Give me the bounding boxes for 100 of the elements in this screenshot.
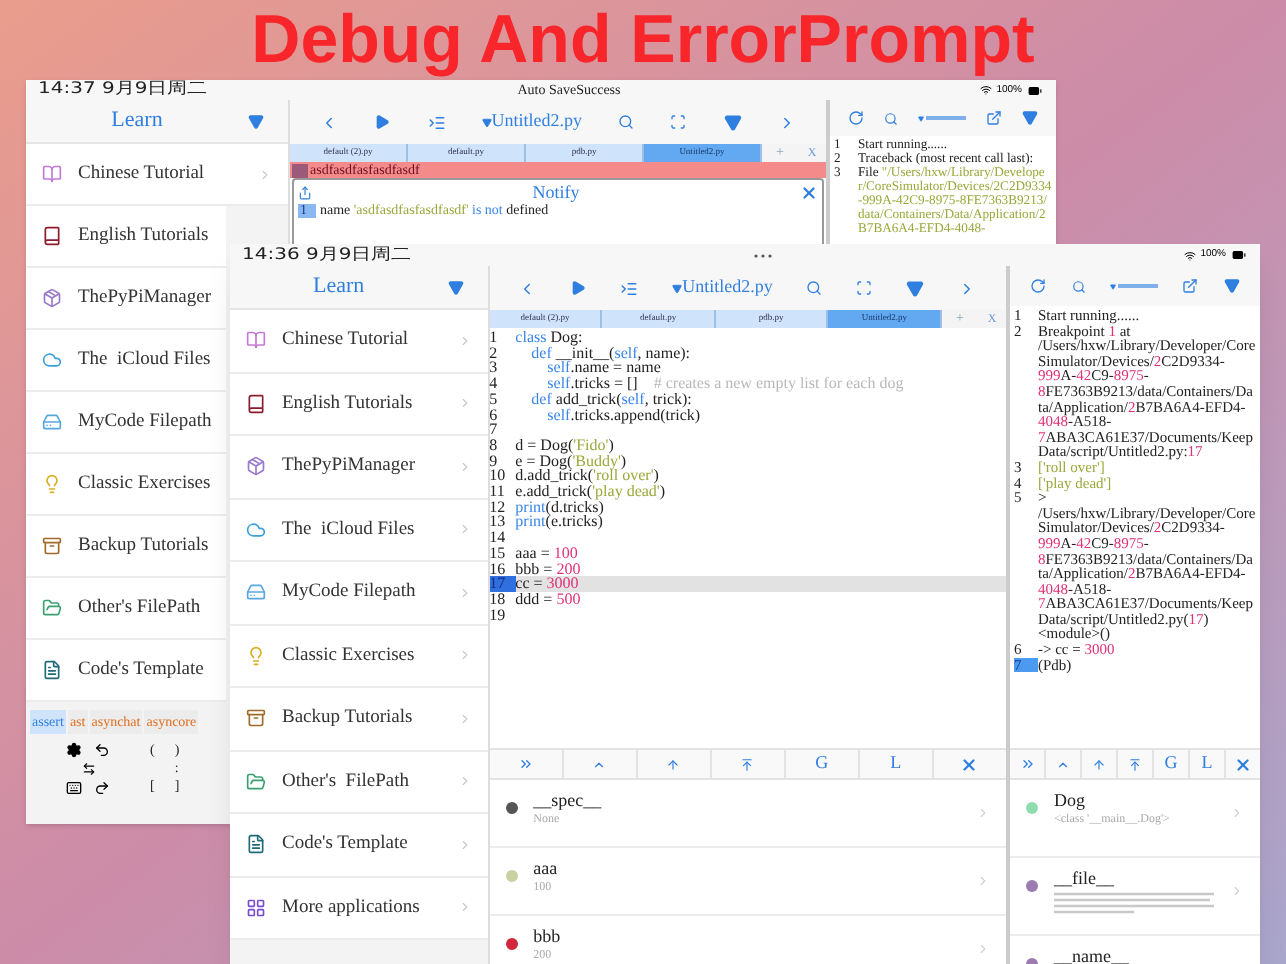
play-icon[interactable]	[570, 280, 587, 296]
wifi-icon	[1184, 249, 1197, 261]
sidebar-item[interactable]: More applications	[230, 877, 488, 940]
sidebar-item-label: Code's Template	[78, 657, 206, 684]
code-line: d = Dog('Fido')	[515, 437, 614, 454]
line-number: 6	[489, 407, 500, 423]
locals-button[interactable]: L	[1201, 750, 1213, 778]
line-number: 5	[489, 391, 500, 408]
notify-title: Notify	[530, 183, 582, 201]
sidebar-item-label: Backup Tutorials	[282, 706, 415, 733]
caret-up-icon[interactable]	[592, 757, 607, 771]
refresh-icon[interactable]	[1030, 278, 1047, 294]
target-dropdown[interactable]	[1109, 283, 1158, 289]
code-line: self.tricks = [] # creates a new empty list for each dog	[547, 376, 904, 392]
battery-icon	[1026, 83, 1044, 97]
caret-up-icon[interactable]	[1056, 757, 1070, 771]
sidebar-item[interactable]: MyCode Filepath	[230, 562, 488, 625]
goto-button[interactable]: G	[815, 750, 829, 778]
continue-icon[interactable]	[517, 756, 534, 772]
search-icon[interactable]	[884, 111, 898, 125]
page-title: Debug And ErrorPrompt	[251, 6, 1035, 74]
caret-icon	[1109, 283, 1116, 289]
line-number: 19	[489, 607, 508, 623]
expand-icon[interactable]	[856, 280, 873, 296]
arrow-up-icon[interactable]	[666, 757, 681, 771]
sidebar-item[interactable]: Backup Tutorials	[230, 688, 488, 751]
close-icon[interactable]	[800, 183, 818, 201]
cloud-icon	[246, 519, 266, 540]
sidebar-item[interactable]: Chinese Tutorial	[230, 310, 488, 373]
variable-name: Dog	[1054, 790, 1087, 812]
arrow-up-icon[interactable]	[1092, 757, 1106, 771]
drive-icon	[246, 582, 266, 603]
sidebar-item-label: English Tutorials	[78, 223, 210, 250]
package-icon	[42, 288, 62, 308]
list-icon[interactable]	[620, 279, 639, 297]
keyboard-icon[interactable]	[66, 780, 82, 796]
book-icon	[246, 330, 266, 351]
redo-icon[interactable]	[94, 780, 110, 796]
sidebar-item[interactable]: Code's Template	[230, 814, 488, 877]
chevron-icon	[457, 900, 472, 915]
sidebar-item[interactable]: Classic Exercises	[26, 454, 226, 516]
arrow-up-line-icon[interactable]	[1128, 757, 1142, 771]
filter-icon[interactable]	[1223, 278, 1240, 294]
sidebar-item[interactable]: ThePyPiManager	[230, 436, 488, 499]
variable-row[interactable]: __name__	[1010, 936, 1260, 964]
sidebar-item[interactable]: Backup Tutorials	[26, 516, 226, 578]
sidebar-item-label: Chinese Tutorial	[282, 328, 411, 355]
code-line: e.add_trick('play dead')	[515, 484, 666, 500]
target-dropdown[interactable]	[918, 115, 966, 121]
continue-icon[interactable]	[1019, 756, 1035, 772]
play-icon[interactable]	[374, 114, 391, 130]
chevron-icon	[1230, 806, 1244, 820]
undo-icon[interactable]	[94, 742, 110, 758]
locals-button[interactable]: L	[890, 750, 902, 778]
sidebar-item-label: Classic Exercises	[78, 471, 211, 498]
dropdown-icon[interactable]	[248, 113, 264, 129]
dropdown-icon[interactable]	[447, 279, 464, 295]
sidebar-item[interactable]: English Tutorials	[230, 373, 488, 436]
sidebar-item[interactable]: Classic Exercises	[230, 625, 488, 688]
swap-icon[interactable]	[81, 762, 95, 776]
share-icon[interactable]	[986, 110, 1002, 126]
search-icon[interactable]	[618, 114, 635, 130]
share-icon[interactable]	[298, 185, 312, 199]
code-line: ddd = 500	[515, 591, 581, 608]
arrow-up-line-icon[interactable]	[740, 757, 755, 771]
expand-icon[interactable]	[670, 114, 687, 130]
sidebar-item-label: Code's Template	[282, 832, 410, 859]
grid-icon	[246, 897, 266, 918]
sidebar-item[interactable]: ThePyPiManager	[26, 268, 226, 330]
sidebar-item-label: More applications	[282, 895, 422, 922]
variable-row[interactable]: __file__	[1010, 858, 1260, 936]
variable-name: __file__	[1054, 868, 1116, 890]
sidebar-item[interactable]: The iCloud Files	[230, 499, 488, 562]
share-icon[interactable]	[1182, 278, 1199, 294]
chevron-icon	[976, 942, 990, 956]
folder-icon	[42, 598, 62, 618]
wifi-icon	[980, 84, 993, 96]
sidebar-item[interactable]: Other's FilePath	[230, 751, 488, 814]
refresh-icon[interactable]	[848, 110, 864, 126]
filter-icon[interactable]	[906, 279, 925, 297]
sidebar-item[interactable]: English Tutorials	[26, 206, 226, 268]
sidebar-item[interactable]: MyCode Filepath	[26, 392, 226, 454]
search-icon[interactable]	[1071, 279, 1086, 293]
chevron-icon	[976, 806, 990, 820]
goto-button[interactable]: G	[1164, 750, 1178, 778]
sidebar-item[interactable]: The iCloud Files	[26, 330, 226, 392]
list-icon[interactable]	[427, 113, 446, 131]
close-icon[interactable]	[1234, 755, 1252, 773]
sidebar-item[interactable]: Chinese Tutorial	[26, 144, 288, 206]
filter-icon[interactable]	[723, 113, 742, 131]
sidebar-item[interactable]: Other's FilePath	[26, 578, 226, 640]
filter-icon[interactable]	[1022, 110, 1038, 126]
sidebar-item-label: Backup Tutorials	[78, 533, 210, 560]
sidebar-item[interactable]: Code's Template	[26, 640, 226, 702]
line-number: 9	[489, 453, 498, 469]
search-icon[interactable]	[806, 280, 823, 296]
settings-icon[interactable]	[66, 742, 82, 758]
line-number: 3	[489, 360, 500, 377]
status-time: 14:36 9月9日周二	[242, 247, 414, 263]
close-icon[interactable]	[960, 755, 979, 773]
